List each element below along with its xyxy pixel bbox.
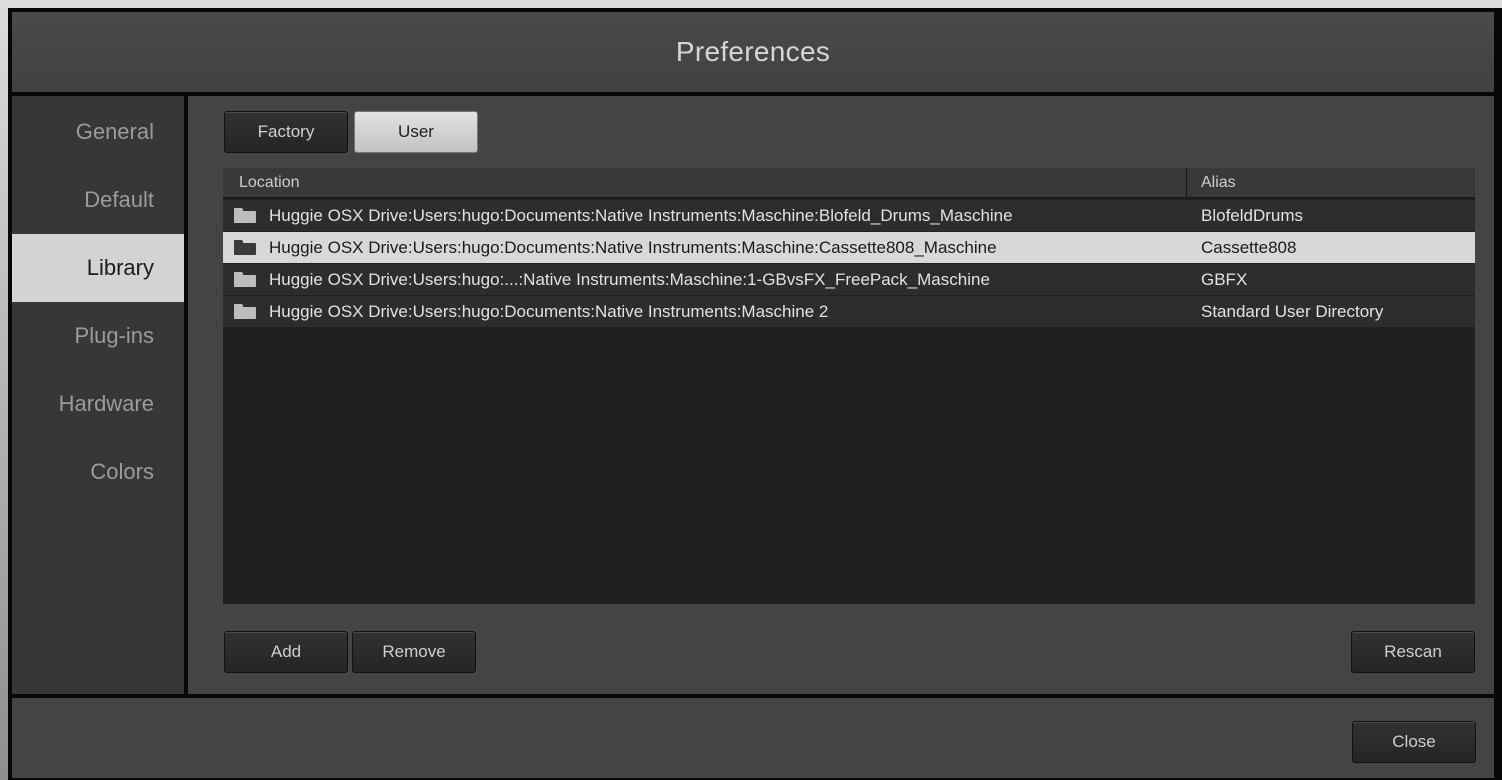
- sidebar-item-default[interactable]: Default: [12, 166, 184, 234]
- close-button[interactable]: Close: [1352, 721, 1476, 763]
- window-title: Preferences: [675, 36, 831, 67]
- factory-tab[interactable]: Factory: [224, 111, 348, 153]
- location-cell: Huggie OSX Drive:Users:hugo:Documents:Na…: [269, 238, 997, 257]
- table-header: Location Alias: [223, 168, 1475, 198]
- sidebar-item-label: General: [75, 119, 154, 144]
- sidebar-item-hardware[interactable]: Hardware: [12, 370, 184, 438]
- folder-icon: [234, 240, 256, 255]
- library-panel: Factory User Location Alias Huggie OSX D…: [188, 96, 1494, 694]
- add-button[interactable]: Add: [224, 631, 348, 673]
- user-tab[interactable]: User: [354, 111, 478, 153]
- table-row[interactable]: Huggie OSX Drive:Users:hugo:Documents:Na…: [223, 200, 1475, 231]
- sidebar: General Default Library Plug-ins Hardwar…: [12, 96, 184, 694]
- sidebar-item-label: Hardware: [58, 391, 154, 416]
- location-cell: Huggie OSX Drive:Users:hugo:Documents:Na…: [269, 302, 829, 321]
- table-row[interactable]: Huggie OSX Drive:Users:hugo:...:Native I…: [223, 264, 1475, 295]
- sidebar-item-label: Default: [84, 187, 154, 212]
- sidebar-item-label: Colors: [90, 459, 154, 484]
- sidebar-item-general[interactable]: General: [12, 98, 184, 166]
- location-cell: Huggie OSX Drive:Users:hugo:Documents:Na…: [269, 206, 1013, 225]
- table-row[interactable]: Huggie OSX Drive:Users:hugo:Documents:Na…: [223, 232, 1475, 263]
- footer-bar: Close: [12, 698, 1494, 778]
- folder-icon: [234, 304, 256, 319]
- library-table: Location Alias Huggie OSX Drive:Users:hu…: [223, 168, 1475, 604]
- location-column-header[interactable]: Location: [223, 168, 1187, 198]
- remove-button[interactable]: Remove: [352, 631, 476, 673]
- sidebar-item-colors[interactable]: Colors: [12, 438, 184, 506]
- alias-cell: BlofeldDrums: [1201, 206, 1304, 225]
- table-row[interactable]: Huggie OSX Drive:Users:hugo:Documents:Na…: [223, 296, 1475, 327]
- sidebar-item-library[interactable]: Library: [12, 234, 184, 302]
- sidebar-item-label: Plug-ins: [74, 323, 154, 348]
- alias-cell: GBFX: [1201, 270, 1248, 289]
- sidebar-item-label: Library: [86, 255, 154, 280]
- title-bar: Preferences: [12, 12, 1494, 92]
- alias-column-header[interactable]: Alias: [1188, 168, 1475, 198]
- location-cell: Huggie OSX Drive:Users:hugo:...:Native I…: [269, 270, 990, 289]
- rescan-button[interactable]: Rescan: [1351, 631, 1475, 673]
- sidebar-item-plug-ins[interactable]: Plug-ins: [12, 302, 184, 370]
- alias-cell: Standard User Directory: [1201, 302, 1384, 321]
- alias-cell: Cassette808: [1201, 238, 1297, 257]
- folder-icon: [234, 272, 256, 287]
- folder-icon: [234, 208, 256, 223]
